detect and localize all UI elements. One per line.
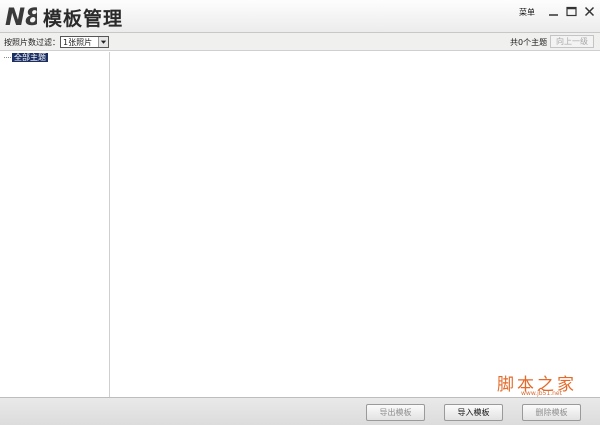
filter-toolbar: 按照片数过滤： 1张照片 共0个主题 向上一级 [0, 33, 600, 51]
menu-button[interactable]: 菜单 [519, 7, 535, 18]
bottom-action-bar: 导出模板 导入模板 删除模板 [0, 397, 600, 425]
template-content-area [111, 52, 600, 397]
watermark-url: www.jb51.net [521, 390, 562, 397]
maximize-icon[interactable] [565, 5, 578, 18]
delete-template-button[interactable]: 删除模板 [522, 404, 581, 421]
theme-tree-panel: 全部主题 [0, 52, 110, 397]
theme-count: 共0个主题 [510, 38, 548, 47]
export-template-button[interactable]: 导出模板 [366, 404, 425, 421]
filter-label: 按照片数过滤： [4, 38, 60, 47]
photo-count-filter-select[interactable]: 1张照片 [60, 36, 109, 48]
title-bar: N8 模板管理 菜单 [0, 0, 600, 33]
n8-logo-icon: N8 [5, 3, 37, 30]
app-title: 模板管理 [43, 8, 124, 30]
filter-selected-value: 1张照片 [63, 38, 93, 47]
minimize-icon[interactable] [547, 5, 560, 18]
tree-connector [4, 57, 11, 58]
close-icon[interactable] [583, 5, 596, 18]
chevron-down-icon[interactable] [98, 37, 108, 47]
tree-item-all-themes[interactable]: 全部主题 [12, 53, 48, 62]
import-template-button[interactable]: 导入模板 [444, 404, 503, 421]
svg-text:N8: N8 [5, 3, 37, 30]
up-level-button[interactable]: 向上一级 [550, 35, 594, 48]
